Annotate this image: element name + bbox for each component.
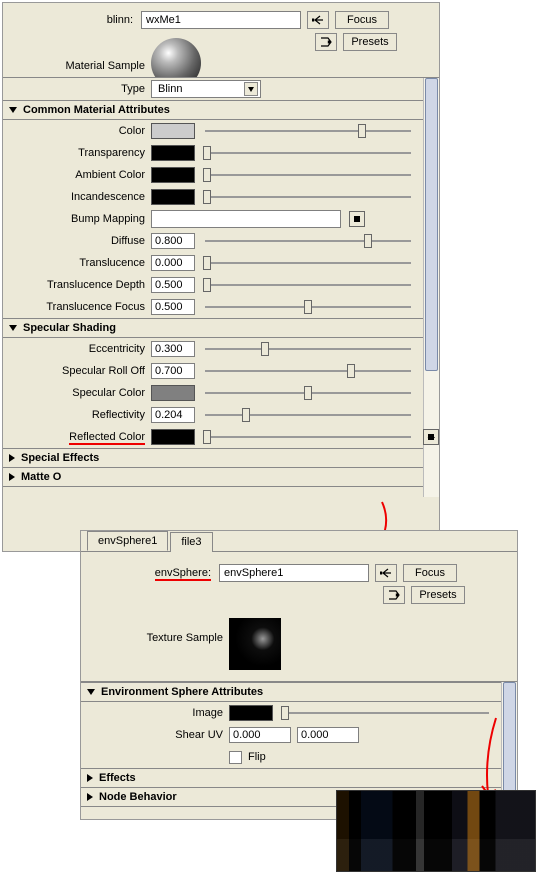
expand-icon: [87, 774, 93, 782]
image-label: Image: [81, 707, 229, 719]
color-label: Color: [3, 125, 151, 137]
diffuse-input[interactable]: [151, 233, 195, 249]
rolloff-input[interactable]: [151, 363, 195, 379]
diffuse-slider[interactable]: [201, 233, 415, 249]
tab-file3[interactable]: file3: [170, 532, 212, 552]
section-specular-header[interactable]: Specular Shading: [3, 318, 439, 338]
bump-input[interactable]: [151, 210, 341, 228]
speccolor-swatch[interactable]: [151, 385, 195, 401]
type-value: Blinn: [158, 83, 182, 95]
focus-button[interactable]: Focus: [335, 11, 389, 29]
reflectivity-input[interactable]: [151, 407, 195, 423]
transparency-label: Transparency: [3, 147, 151, 159]
ambient-swatch[interactable]: [151, 167, 195, 183]
scrollbar-thumb[interactable]: [425, 78, 438, 371]
shear-u-input[interactable]: [229, 727, 291, 743]
bump-label: Bump Mapping: [3, 213, 151, 225]
transfocus-label: Translucence Focus: [3, 301, 151, 313]
envsphere-name-label: envSphere:: [89, 567, 219, 579]
section-matte-title: Matte O: [21, 471, 61, 483]
flip-label: Flip: [248, 751, 266, 763]
section-specialfx-header[interactable]: Special Effects: [3, 448, 439, 468]
transdepth-input[interactable]: [151, 277, 195, 293]
eccentricity-slider[interactable]: [201, 341, 415, 357]
expand-icon: [87, 793, 93, 801]
nav-back-icon-button[interactable]: [307, 11, 329, 29]
transdepth-label: Translucence Depth: [3, 279, 151, 291]
transparency-swatch[interactable]: [151, 145, 195, 161]
collapse-icon: [87, 689, 95, 695]
section-env-header[interactable]: Environment Sphere Attributes: [81, 682, 517, 702]
shearuv-label: Shear UV: [81, 729, 229, 741]
collapse-icon: [9, 325, 17, 331]
transdepth-slider[interactable]: [201, 277, 415, 293]
chevron-down-icon: [244, 82, 258, 96]
color-slider[interactable]: [201, 123, 415, 139]
bump-map-button[interactable]: [349, 211, 365, 227]
translucence-slider[interactable]: [201, 255, 415, 271]
reflectivity-label: Reflectivity: [3, 409, 151, 421]
envsphere-name-input[interactable]: [219, 564, 369, 582]
material-sample-label: Material Sample: [3, 60, 151, 72]
material-name-input[interactable]: [141, 11, 301, 29]
presets-button[interactable]: Presets: [343, 33, 397, 51]
reflcolor-swatch[interactable]: [151, 429, 195, 445]
translucence-label: Translucence: [3, 257, 151, 269]
transfocus-input[interactable]: [151, 299, 195, 315]
eccentricity-input[interactable]: [151, 341, 195, 357]
image-slider[interactable]: [279, 705, 493, 721]
expand-icon: [9, 454, 15, 462]
incandescence-label: Incandescence: [3, 191, 151, 203]
collapse-icon: [9, 107, 17, 113]
type-dropdown[interactable]: Blinn: [151, 80, 261, 98]
name-label: blinn:: [11, 14, 141, 26]
nav-back-icon-button[interactable]: [375, 564, 397, 582]
section-effects-header[interactable]: Effects: [81, 768, 517, 788]
color-swatch[interactable]: [151, 123, 195, 139]
transfocus-slider[interactable]: [201, 299, 415, 315]
texture-sample-preview: [229, 618, 281, 670]
section-common-header[interactable]: Common Material Attributes: [3, 100, 439, 120]
image-swatch[interactable]: [229, 705, 273, 721]
translucence-input[interactable]: [151, 255, 195, 271]
diffuse-label: Diffuse: [3, 235, 151, 247]
texture-sample-label: Texture Sample: [81, 612, 229, 644]
expand-icon: [9, 473, 15, 481]
rolloff-slider[interactable]: [201, 363, 415, 379]
section-specular-title: Specular Shading: [23, 322, 116, 334]
hdr-preview-image: [336, 790, 536, 872]
nav-fwd-icon-button[interactable]: [315, 33, 337, 51]
flip-checkbox[interactable]: [229, 751, 242, 764]
section-env-title: Environment Sphere Attributes: [101, 686, 263, 698]
shear-v-input[interactable]: [297, 727, 359, 743]
reflcolor-label: Reflected Color: [3, 431, 151, 443]
nav-fwd-icon-button[interactable]: [383, 586, 405, 604]
envsphere-editor-panel: envSphere1 file3 envSphere: Focus Preset…: [80, 530, 518, 820]
rolloff-label: Specular Roll Off: [3, 365, 151, 377]
scrollbar-thumb[interactable]: [503, 682, 516, 792]
ambient-slider[interactable]: [201, 167, 415, 183]
speccolor-label: Specular Color: [3, 387, 151, 399]
section-matte-header[interactable]: Matte O: [3, 468, 439, 487]
focus-button[interactable]: Focus: [403, 564, 457, 582]
ambient-label: Ambient Color: [3, 169, 151, 181]
presets-button[interactable]: Presets: [411, 586, 465, 604]
type-label: Type: [3, 83, 151, 95]
eccentricity-label: Eccentricity: [3, 343, 151, 355]
reflcolor-slider[interactable]: [201, 429, 415, 445]
material-editor-panel: blinn: Focus Presets Material Sample Typ…: [2, 2, 440, 552]
incandescence-slider[interactable]: [201, 189, 415, 205]
section-common-title: Common Material Attributes: [23, 104, 170, 116]
reflectivity-slider[interactable]: [201, 407, 415, 423]
transparency-slider[interactable]: [201, 145, 415, 161]
incandescence-swatch[interactable]: [151, 189, 195, 205]
section-effects-title: Effects: [99, 772, 136, 784]
section-node-title: Node Behavior: [99, 791, 177, 803]
tab-envsphere[interactable]: envSphere1: [87, 531, 168, 551]
section-specialfx-title: Special Effects: [21, 452, 99, 464]
reflcolor-map-button[interactable]: [423, 429, 439, 445]
speccolor-slider[interactable]: [201, 385, 415, 401]
